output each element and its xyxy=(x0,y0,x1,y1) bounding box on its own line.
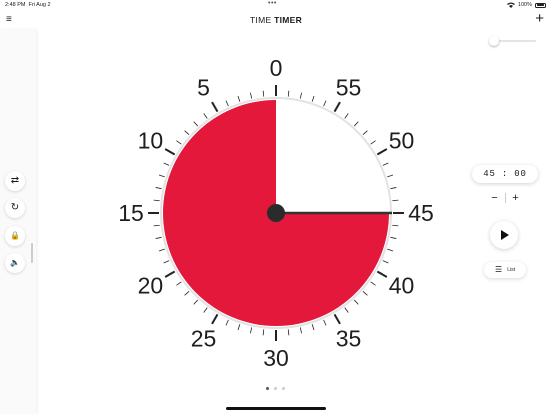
minor-tick xyxy=(176,281,182,286)
page-dot[interactable] xyxy=(266,387,269,390)
minor-tick xyxy=(387,248,394,252)
minor-tick xyxy=(237,324,241,331)
minor-tick xyxy=(184,290,190,296)
minor-tick xyxy=(262,329,265,336)
list-icon: ☰ xyxy=(495,265,503,274)
dial-label: 30 xyxy=(263,345,289,371)
minor-tick xyxy=(203,307,208,313)
play-button[interactable] xyxy=(490,221,518,249)
minor-tick xyxy=(287,329,290,336)
minor-tick xyxy=(323,100,327,107)
minor-tick xyxy=(362,130,368,136)
dial-label: 15 xyxy=(118,200,144,226)
minor-tick xyxy=(382,162,389,166)
major-tick xyxy=(333,313,341,325)
major-tick xyxy=(164,148,176,156)
minor-tick xyxy=(353,299,359,305)
minor-tick xyxy=(193,299,199,305)
major-tick xyxy=(211,101,219,113)
dial-label: 45 xyxy=(408,200,434,226)
minor-tick xyxy=(392,199,399,202)
minor-tick xyxy=(299,327,302,334)
stepper-divider xyxy=(505,193,506,203)
minor-tick xyxy=(155,236,162,239)
minor-tick xyxy=(387,174,394,178)
dial-label: 50 xyxy=(389,128,415,154)
home-indicator[interactable] xyxy=(226,407,326,410)
time-stepper: − + xyxy=(484,190,526,206)
dial-label: 55 xyxy=(336,74,362,100)
minor-tick xyxy=(344,307,349,313)
minor-tick xyxy=(390,236,397,239)
major-tick xyxy=(211,313,219,325)
minor-tick xyxy=(237,95,241,102)
minor-tick xyxy=(153,224,160,227)
list-button[interactable]: ☰ List xyxy=(484,262,526,278)
timer-dial[interactable]: 0 5 10 15 20 25 30 35 40 45 50 55 xyxy=(0,0,552,414)
minor-tick xyxy=(392,224,399,227)
minor-tick xyxy=(311,324,315,331)
minor-tick xyxy=(163,162,170,166)
minor-tick xyxy=(176,140,182,145)
minor-tick xyxy=(250,327,253,334)
dial-label: 20 xyxy=(138,273,164,299)
major-tick xyxy=(376,270,388,278)
minor-tick xyxy=(155,187,162,190)
major-tick xyxy=(333,101,341,113)
minor-tick xyxy=(225,319,229,326)
minor-tick xyxy=(323,319,327,326)
minor-tick xyxy=(390,187,397,190)
minor-tick xyxy=(344,113,349,119)
increase-button[interactable]: + xyxy=(505,190,526,206)
minor-tick xyxy=(370,140,376,145)
dial-label: 35 xyxy=(336,326,362,352)
minor-tick xyxy=(153,199,160,202)
minor-tick xyxy=(193,121,199,127)
minor-tick xyxy=(184,130,190,136)
dial-label: 0 xyxy=(270,55,283,81)
list-label: List xyxy=(507,267,515,273)
minor-tick xyxy=(382,260,389,264)
minor-tick xyxy=(370,281,376,286)
minor-tick xyxy=(203,113,208,119)
volume-slider-knob[interactable] xyxy=(489,36,499,46)
dial-label: 40 xyxy=(389,273,415,299)
dial-label: 25 xyxy=(191,326,217,352)
time-display[interactable]: 45 : 00 xyxy=(472,165,538,183)
minor-tick xyxy=(287,90,290,97)
page-dot[interactable] xyxy=(274,387,277,390)
major-tick xyxy=(376,148,388,156)
minor-tick xyxy=(362,290,368,296)
minor-tick xyxy=(311,95,315,102)
major-tick xyxy=(164,270,176,278)
decrease-button[interactable]: − xyxy=(484,190,505,206)
minor-tick xyxy=(262,90,265,97)
minor-tick xyxy=(225,100,229,107)
minor-tick xyxy=(158,174,165,178)
minor-tick xyxy=(163,260,170,264)
dial-label: 10 xyxy=(138,128,164,154)
minor-tick xyxy=(250,92,253,99)
minor-tick xyxy=(158,248,165,252)
dial-hub xyxy=(267,204,285,222)
page-dot[interactable] xyxy=(282,387,285,390)
page-indicator[interactable] xyxy=(266,387,285,390)
minor-tick xyxy=(299,92,302,99)
dial-label: 5 xyxy=(197,74,210,100)
minor-tick xyxy=(353,121,359,127)
